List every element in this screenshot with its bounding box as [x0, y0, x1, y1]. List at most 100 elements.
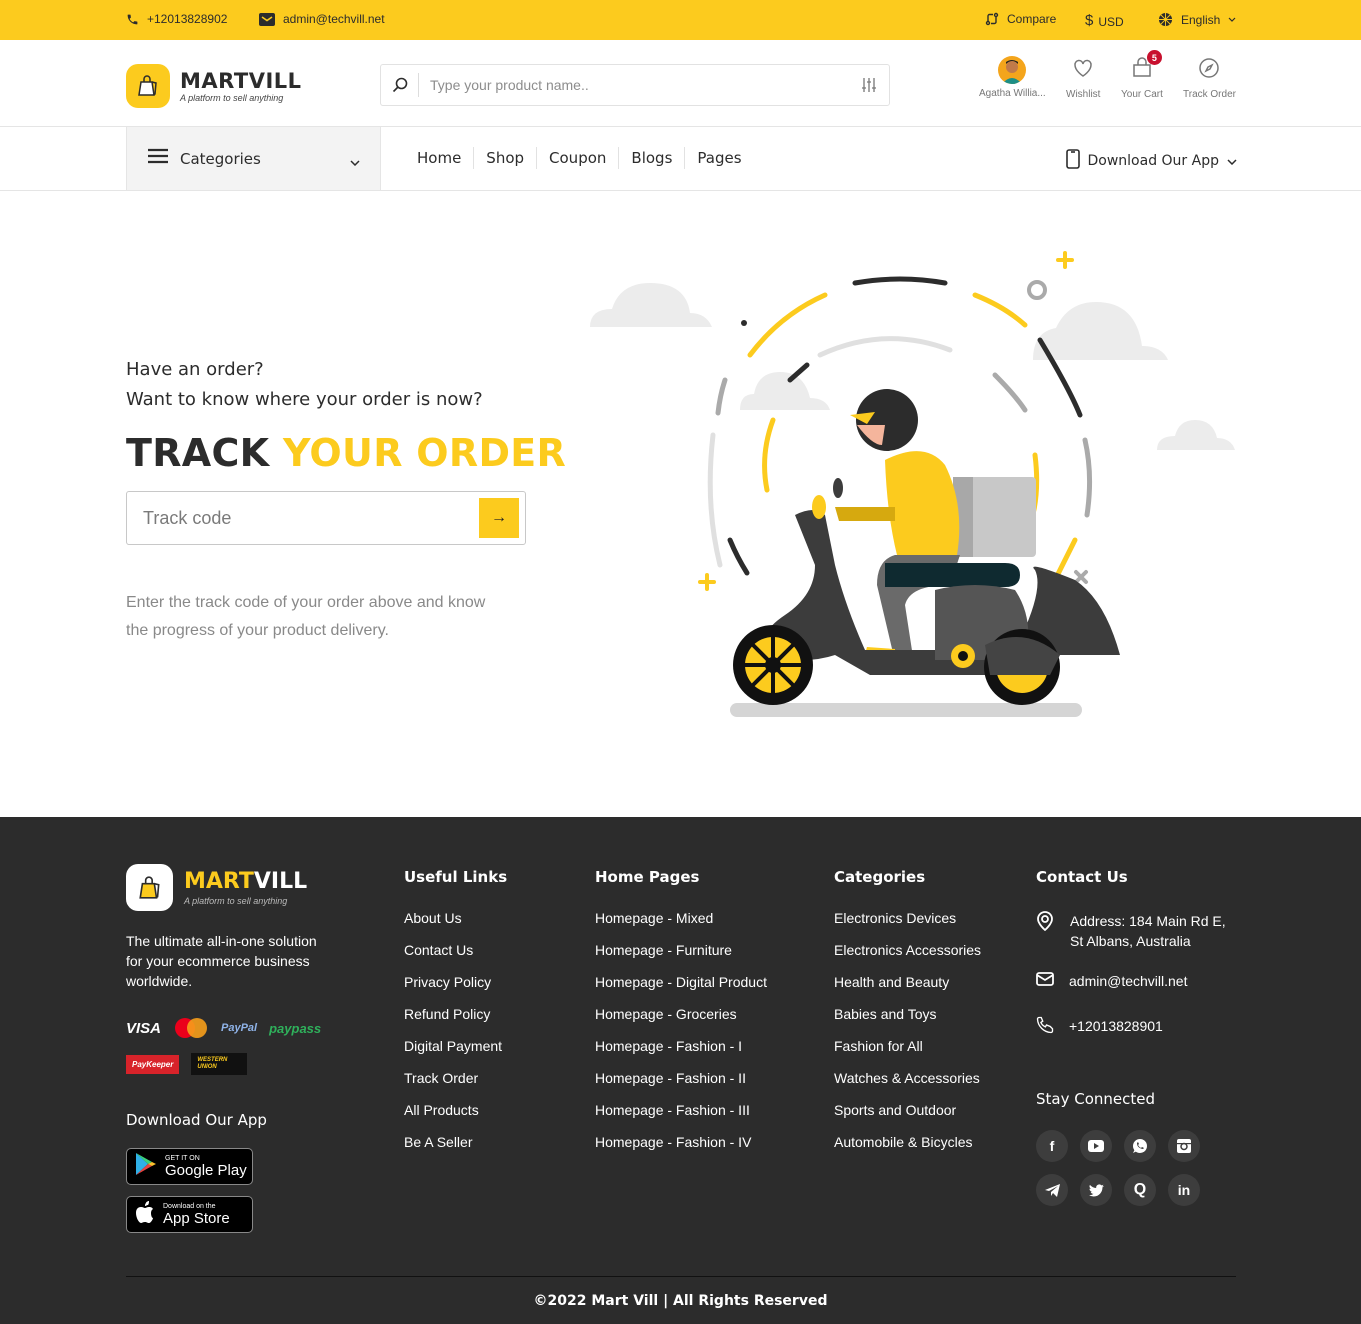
footer-link-contact-us[interactable]: Contact Us — [404, 942, 507, 958]
nav-shop[interactable]: Shop — [474, 147, 538, 169]
footer-logo[interactable]: MARTVILL A platform to sell anything — [126, 864, 307, 911]
arc-lightgrey — [817, 336, 953, 358]
app-store-button[interactable]: Download on the App Store — [126, 1196, 253, 1233]
footer-link-homepage[interactable]: Homepage - Mixed — [595, 910, 767, 926]
footer-link-about-us[interactable]: About Us — [404, 910, 507, 926]
avatar — [998, 56, 1027, 84]
footer-link-homepage[interactable]: Homepage - Fashion - II — [595, 1070, 767, 1086]
wishlist-label: Wishlist — [1066, 89, 1101, 100]
dollar-icon: $ — [1085, 12, 1094, 29]
ground-shadow — [730, 703, 1082, 717]
cart-label: Your Cart — [1121, 89, 1163, 100]
google-play-big: Google Play — [165, 1161, 247, 1179]
footer-link-privacy-policy[interactable]: Privacy Policy — [404, 974, 507, 990]
stay-connected-title: Stay Connected — [1036, 1090, 1156, 1108]
google-play-icon — [135, 1152, 157, 1181]
footer-brand-tagline: A platform to sell anything — [184, 895, 288, 906]
download-app-label: Download Our App — [1087, 153, 1220, 169]
filter-icon[interactable] — [849, 77, 889, 93]
footer-link-homepage[interactable]: Homepage - Fashion - IV — [595, 1134, 767, 1150]
cart-link[interactable]: 5 Your Cart — [1121, 50, 1163, 100]
nav-home[interactable]: Home — [405, 147, 475, 169]
footer-link-category[interactable]: Electronics Accessories — [834, 942, 981, 958]
google-play-button[interactable]: GET IT ON Google Play — [126, 1148, 253, 1185]
user-account[interactable]: Agatha Willia... — [979, 56, 1046, 99]
compare-link[interactable]: Compare — [985, 12, 1056, 26]
logo[interactable]: MARTVILL A platform to sell anything — [126, 64, 302, 108]
nav-blogs[interactable]: Blogs — [619, 147, 686, 169]
cart-icon: 5 — [1130, 50, 1162, 85]
footer-link-category[interactable]: Fashion for All — [834, 1038, 981, 1054]
top-bar: +12013828902 admin@techvill.net Compare … — [0, 0, 1361, 40]
arc-yellow — [972, 292, 1028, 328]
footer-link-homepage[interactable]: Homepage - Fashion - I — [595, 1038, 767, 1054]
track-order-link[interactable]: Track Order — [1183, 56, 1236, 100]
search-icon[interactable] — [381, 73, 419, 97]
footer-link-category[interactable]: Sports and Outdoor — [834, 1102, 981, 1118]
footer-link-category[interactable]: Health and Beauty — [834, 974, 981, 990]
footer-link-refund-policy[interactable]: Refund Policy — [404, 1006, 507, 1022]
brand-part-1: MART — [184, 868, 254, 894]
footer-link-category[interactable]: Watches & Accessories — [834, 1070, 981, 1086]
footer-divider — [126, 1276, 1236, 1277]
arc-grey — [1082, 437, 1093, 518]
instagram-icon[interactable] — [1168, 1130, 1200, 1162]
footer-link-homepage[interactable]: Homepage - Furniture — [595, 942, 767, 958]
wishlist-link[interactable]: Wishlist — [1066, 56, 1100, 100]
scooter-headlight — [812, 495, 826, 519]
footer-link-homepage[interactable]: Homepage - Digital Product — [595, 974, 767, 990]
shopping-bag-icon — [126, 64, 170, 108]
footer-link-track-order[interactable]: Track Order — [404, 1070, 507, 1086]
track-submit-button[interactable]: → — [479, 498, 519, 538]
compass-icon — [1197, 56, 1221, 85]
footer-link-be-a-seller[interactable]: Be A Seller — [404, 1134, 507, 1150]
title-accent: YOUR ORDER — [282, 431, 567, 475]
categories-dropdown[interactable]: Categories — [126, 127, 381, 190]
arc-dark — [727, 537, 750, 576]
footer-link-all-products[interactable]: All Products — [404, 1102, 507, 1118]
contact-phone[interactable]: +12013828901 — [1036, 1016, 1163, 1039]
brand-part-2: VILL — [253, 868, 308, 894]
linkedin-icon[interactable]: in — [1168, 1174, 1200, 1206]
nav-coupon[interactable]: Coupon — [537, 147, 620, 169]
language-selector[interactable]: English — [1158, 12, 1236, 27]
topbar-phone[interactable]: +12013828902 — [126, 12, 227, 26]
track-code-input[interactable] — [127, 498, 479, 538]
facebook-icon[interactable]: f — [1036, 1130, 1068, 1162]
chevron-down-icon — [350, 153, 360, 171]
cart-count-badge: 5 — [1146, 50, 1162, 65]
categories-column: Categories Electronics Devices Electroni… — [834, 868, 981, 1166]
phone-icon — [1036, 1016, 1056, 1039]
footer-link-digital-payment[interactable]: Digital Payment — [404, 1038, 507, 1054]
footer-link-category[interactable]: Automobile & Bicycles — [834, 1134, 981, 1150]
footer-link-category[interactable]: Babies and Toys — [834, 1006, 981, 1022]
search-bar — [380, 64, 890, 106]
footer: MARTVILL A platform to sell anything The… — [0, 817, 1361, 1324]
heart-icon — [1071, 56, 1095, 85]
mail-icon — [1036, 971, 1056, 992]
whatsapp-icon[interactable] — [1124, 1130, 1156, 1162]
topbar-email[interactable]: admin@techvill.net — [259, 12, 385, 26]
youtube-icon[interactable] — [1080, 1130, 1112, 1162]
contact-email[interactable]: admin@techvill.net — [1036, 971, 1188, 992]
hero-question-2: Want to know where your order is now? — [126, 389, 483, 410]
search-input[interactable] — [419, 70, 849, 100]
topbar-phone-text: +12013828902 — [147, 12, 228, 26]
cloud-icon — [590, 283, 712, 327]
footer-link-homepage[interactable]: Homepage - Groceries — [595, 1006, 767, 1022]
footer-link-category[interactable]: Electronics Devices — [834, 910, 981, 926]
main-navigation: Categories Home Shop Coupon Blogs Pages … — [0, 127, 1361, 191]
compare-icon — [985, 12, 999, 26]
twitter-icon[interactable] — [1080, 1174, 1112, 1206]
scooter-seat — [885, 563, 1020, 587]
arc-lightgrey — [707, 432, 723, 568]
mail-icon — [259, 12, 275, 26]
download-app-dropdown[interactable]: Download Our App — [1065, 149, 1238, 173]
footer-link-homepage[interactable]: Homepage - Fashion - III — [595, 1102, 767, 1118]
currency-selector[interactable]: $ USD — [1085, 12, 1124, 29]
nav-pages[interactable]: Pages — [685, 147, 753, 169]
telegram-icon[interactable] — [1036, 1174, 1068, 1206]
useful-links-title: Useful Links — [404, 868, 508, 886]
social-links: f Q in — [1036, 1130, 1216, 1206]
quora-icon[interactable]: Q — [1124, 1174, 1156, 1206]
